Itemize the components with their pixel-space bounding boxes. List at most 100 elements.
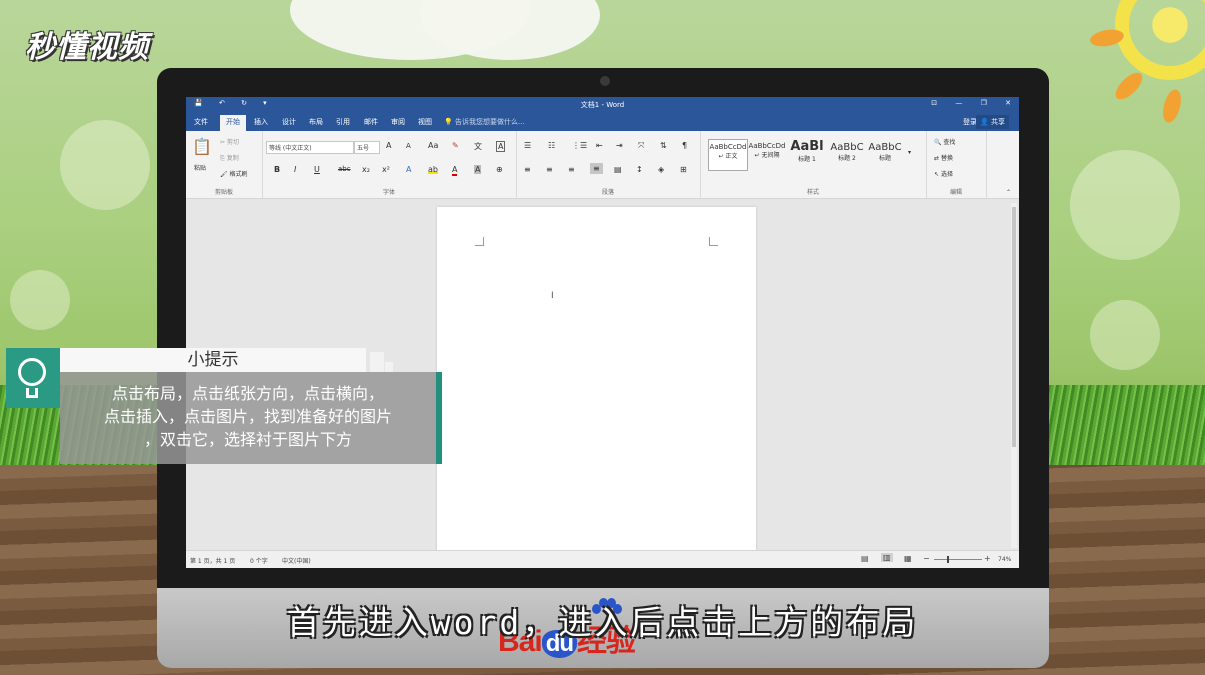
- zoom-in-button[interactable]: +: [984, 554, 991, 563]
- margin-mark: [475, 237, 484, 246]
- zoom-slider-thumb[interactable]: [947, 556, 949, 563]
- tab-home[interactable]: 开始: [220, 115, 246, 131]
- multilevel-list-icon[interactable]: ⋮☰: [572, 141, 587, 150]
- change-case-icon[interactable]: Aa: [428, 141, 438, 150]
- tip-line: 点击插入，点击图片，找到准备好的图片: [103, 407, 392, 426]
- strikethrough-icon[interactable]: abc: [338, 165, 351, 173]
- align-right-icon[interactable]: ≡: [568, 165, 575, 174]
- page-count[interactable]: 第 1 页，共 1 页: [190, 556, 235, 565]
- italic-icon[interactable]: I: [294, 165, 296, 174]
- styles-more-icon[interactable]: ▾: [908, 149, 911, 156]
- align-left-icon[interactable]: ≡: [524, 165, 531, 174]
- find-label: 查找: [943, 139, 956, 146]
- chinese-layout-icon[interactable]: ⤧: [638, 141, 644, 151]
- tab-layout[interactable]: 布局: [309, 117, 323, 127]
- ribbon: 📋 粘贴 ✂ 剪切 ⎘ 复制 🖌 格式刷 剪贴板 等线 (中文正文) 五号 A …: [186, 131, 1019, 199]
- style-title[interactable]: AaBbC 标题: [866, 139, 904, 169]
- zoom-level[interactable]: 74%: [998, 556, 1011, 563]
- tip-tab-decoration: [385, 362, 393, 372]
- tab-mailings[interactable]: 邮件: [364, 117, 378, 127]
- status-bar: 第 1 页，共 1 页 0 个字 中文(中国) ▤ ▥ ▦ − + 74%: [186, 550, 1019, 568]
- distributed-icon[interactable]: ▤: [614, 165, 622, 174]
- vertical-scrollbar[interactable]: [1011, 203, 1017, 548]
- clear-format-icon[interactable]: ✎: [452, 141, 459, 150]
- style-heading-1[interactable]: AaBl 标题 1: [788, 139, 826, 169]
- tab-review[interactable]: 审阅: [391, 117, 405, 127]
- style-preview: AaBl: [790, 139, 824, 154]
- scrollbar-thumb[interactable]: [1012, 207, 1016, 447]
- document-page[interactable]: I: [437, 207, 756, 567]
- tab-view[interactable]: 视图: [418, 117, 432, 127]
- bokeh-light: [1090, 300, 1160, 370]
- sort-icon[interactable]: ⇅: [660, 141, 667, 150]
- highlight-icon[interactable]: ab: [428, 165, 438, 174]
- paste-label[interactable]: 粘贴: [194, 163, 206, 172]
- superscript-icon[interactable]: x²: [382, 165, 390, 174]
- grow-font-icon[interactable]: A: [386, 141, 391, 150]
- editing-group-label: 编辑: [949, 189, 962, 196]
- minimize-button[interactable]: —: [955, 99, 962, 107]
- select-button[interactable]: ↖ 选择: [934, 169, 953, 178]
- copy-button[interactable]: ⎘ 复制: [220, 153, 239, 163]
- show-marks-icon[interactable]: ¶: [682, 141, 687, 150]
- enclose-char-icon[interactable]: ⊕: [496, 165, 503, 174]
- share-button[interactable]: 👤 共享: [976, 115, 1009, 129]
- numbering-icon[interactable]: ☷: [548, 141, 555, 150]
- clipboard-group: 📋 粘贴 ✂ 剪切 ⎘ 复制 🖌 格式刷 剪贴板: [186, 131, 263, 198]
- tip-title: 小提示: [60, 348, 366, 372]
- align-center-icon[interactable]: ≡: [546, 165, 553, 174]
- style-name: 标题 1: [798, 156, 816, 163]
- find-button[interactable]: 🔍 查找: [934, 137, 955, 146]
- underline-icon[interactable]: U: [314, 165, 320, 174]
- tab-insert[interactable]: 插入: [254, 117, 268, 127]
- ribbon-options-icon[interactable]: ⊡: [931, 99, 937, 107]
- lightbulb-icon: [6, 348, 60, 408]
- tab-references[interactable]: 引用: [336, 117, 350, 127]
- maximize-button[interactable]: ❐: [981, 99, 987, 107]
- bulb-base: [26, 388, 38, 398]
- web-layout-icon[interactable]: ▦: [904, 554, 912, 563]
- increase-indent-icon[interactable]: ⇥: [616, 141, 623, 150]
- language-indicator[interactable]: 中文(中国): [282, 556, 311, 565]
- shrink-font-icon[interactable]: A: [406, 142, 411, 150]
- shading-icon[interactable]: ◈: [658, 165, 664, 174]
- phonetic-icon[interactable]: 文: [474, 141, 482, 152]
- font-color-icon[interactable]: A: [452, 165, 458, 176]
- word-count[interactable]: 0 个字: [250, 556, 268, 565]
- style-preview: AaBbC: [868, 142, 902, 153]
- font-size-select[interactable]: 五号: [354, 141, 380, 154]
- editing-group: 🔍 查找 ⇄ 替换 ↖ 选择 编辑: [926, 131, 987, 198]
- cut-button[interactable]: ✂ 剪切: [220, 137, 239, 146]
- decrease-indent-icon[interactable]: ⇤: [596, 141, 603, 150]
- bold-icon[interactable]: B: [274, 165, 280, 174]
- close-button[interactable]: ✕: [1005, 99, 1011, 107]
- borders-icon[interactable]: ⊞: [680, 165, 687, 174]
- print-layout-icon[interactable]: ▥: [881, 553, 893, 562]
- tell-me-search[interactable]: 💡 告诉我您想要做什么...: [444, 117, 525, 127]
- title-bar: 💾 ↶ ↻ ▾ 文档1 - Word ⊡ — ❐ ✕: [186, 97, 1019, 113]
- paste-icon[interactable]: 📋: [192, 137, 212, 156]
- read-mode-icon[interactable]: ▤: [861, 554, 869, 563]
- tab-file[interactable]: 文件: [194, 117, 208, 127]
- format-painter-button[interactable]: 🖌 格式刷: [220, 169, 248, 178]
- login-link[interactable]: 登录: [963, 117, 977, 127]
- collapse-ribbon-icon[interactable]: ⌃: [1006, 189, 1011, 196]
- bullets-icon[interactable]: ☰: [524, 141, 531, 150]
- window-controls: ⊡ — ❐ ✕: [915, 99, 1011, 107]
- justify-icon[interactable]: ≡: [590, 163, 603, 174]
- tab-design[interactable]: 设计: [282, 117, 296, 127]
- format-painter-label: 格式刷: [229, 171, 248, 178]
- style-heading-2[interactable]: AaBbC 标题 2: [828, 139, 866, 169]
- char-shading-icon[interactable]: A: [474, 165, 482, 174]
- subscript-icon[interactable]: x₂: [362, 165, 370, 174]
- text-effects-icon[interactable]: A: [406, 165, 411, 174]
- line-spacing-icon[interactable]: ↕: [636, 165, 643, 174]
- zoom-out-button[interactable]: −: [923, 554, 930, 563]
- style-no-spacing[interactable]: AaBbCcDd ↵ 无间隔: [748, 139, 786, 169]
- zoom-slider[interactable]: [934, 559, 982, 560]
- font-name-select[interactable]: 等线 (中文正文): [266, 141, 354, 154]
- replace-button[interactable]: ⇄ 替换: [934, 153, 953, 162]
- select-label: 选择: [940, 171, 953, 178]
- char-border-icon[interactable]: A: [496, 141, 506, 152]
- style-normal[interactable]: AaBbCcDd ↵ 正文: [708, 139, 748, 171]
